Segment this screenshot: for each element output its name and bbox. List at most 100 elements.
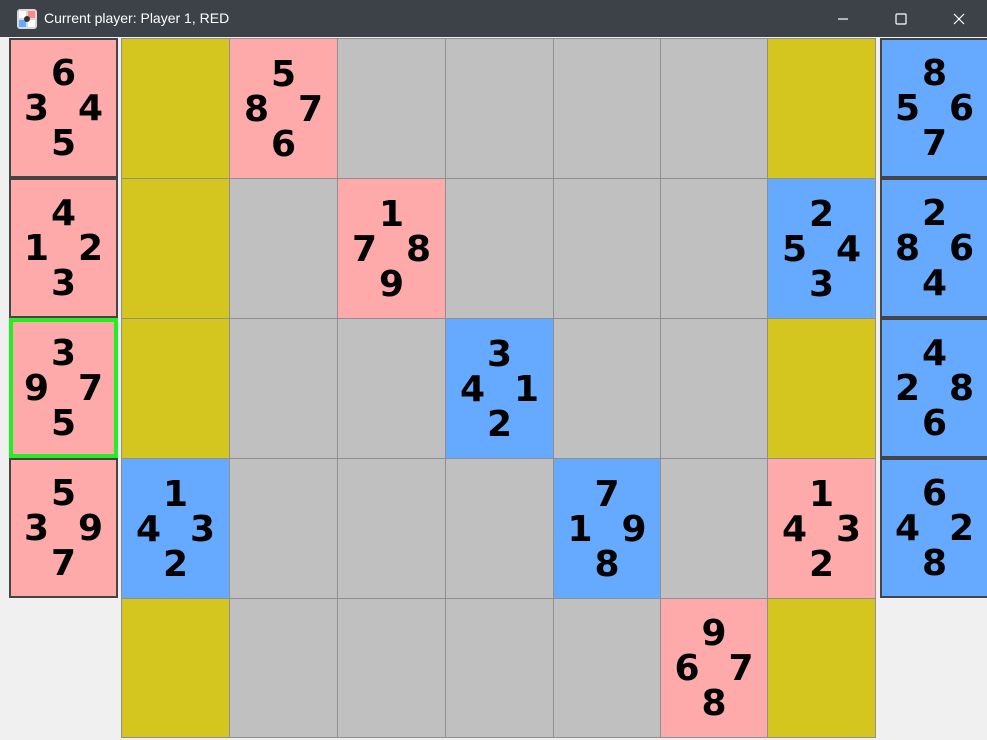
right-value: 6 — [948, 228, 975, 269]
board-cell-corner[interactable] — [121, 318, 230, 459]
top-value: 6 — [921, 473, 948, 514]
board-cell-empty[interactable] — [229, 598, 338, 738]
bottom-value: 7 — [921, 123, 948, 164]
board-card-blue[interactable]: 2543 — [767, 178, 876, 319]
board-cell-corner[interactable] — [767, 38, 876, 179]
right-value: 6 — [948, 88, 975, 129]
left-value: 4 — [459, 368, 486, 410]
board-cell-corner[interactable] — [767, 318, 876, 459]
top-value: 1 — [378, 193, 405, 235]
board-cell-empty[interactable] — [553, 598, 661, 738]
board-cell-empty[interactable] — [337, 458, 446, 599]
game-area: 6345412339755397856728644286642858761789… — [0, 37, 987, 740]
blue-hand-card[interactable]: 6428 — [880, 458, 987, 598]
left-value: 2 — [894, 368, 921, 409]
bottom-value: 3 — [808, 263, 835, 305]
board-cell-empty[interactable] — [337, 38, 446, 179]
bottom-value: 4 — [921, 263, 948, 304]
bottom-value: 2 — [808, 543, 835, 585]
top-value: 1 — [808, 473, 835, 515]
left-value: 8 — [243, 88, 270, 130]
left-value: 1 — [23, 228, 50, 269]
board-cell-empty[interactable] — [660, 38, 768, 179]
minimize-icon — [838, 17, 848, 20]
red-hand-card[interactable]: 5397 — [9, 458, 118, 598]
right-value: 8 — [405, 228, 432, 270]
top-value: 6 — [50, 53, 77, 94]
board-cell-empty[interactable] — [337, 318, 446, 459]
left-value: 5 — [781, 228, 808, 270]
bottom-value: 2 — [162, 543, 189, 585]
blue-hand-card[interactable]: 4286 — [880, 318, 987, 458]
bottom-value: 6 — [270, 123, 297, 165]
board-card-red[interactable]: 9678 — [660, 598, 768, 738]
board-cell-corner[interactable] — [767, 598, 876, 738]
bottom-value: 6 — [921, 403, 948, 444]
red-hand-card-selected[interactable]: 3975 — [9, 318, 118, 458]
close-icon — [953, 13, 965, 24]
top-value: 5 — [270, 53, 297, 95]
title-bar[interactable]: Current player: Player 1, RED — [0, 0, 987, 37]
right-value: 3 — [835, 508, 862, 550]
right-value: 4 — [835, 228, 862, 270]
top-value: 3 — [486, 333, 513, 375]
minimize-button[interactable] — [814, 0, 872, 37]
board-cell-empty[interactable] — [445, 458, 554, 599]
board-cell-empty[interactable] — [660, 178, 768, 319]
right-value: 9 — [77, 508, 104, 549]
board-cell-empty[interactable] — [553, 38, 661, 179]
bottom-value: 7 — [50, 543, 77, 584]
board-card-red[interactable]: 1432 — [767, 458, 876, 599]
left-value: 4 — [135, 508, 162, 550]
board-cell-empty[interactable] — [229, 178, 338, 319]
right-value: 2 — [77, 228, 104, 269]
board-cell-empty[interactable] — [660, 318, 768, 459]
board-cell-corner[interactable] — [121, 598, 230, 738]
board-card-blue[interactable]: 1432 — [121, 458, 230, 599]
left-value: 3 — [23, 88, 50, 129]
board-cell-empty[interactable] — [445, 598, 554, 738]
board-card-blue[interactable]: 3412 — [445, 318, 554, 459]
board-cell-corner[interactable] — [121, 178, 230, 319]
board-card-blue[interactable]: 7198 — [553, 458, 661, 599]
board-cell-empty[interactable] — [337, 598, 446, 738]
board-cell-empty[interactable] — [553, 178, 661, 319]
window-title: Current player: Player 1, RED — [44, 10, 230, 26]
left-value: 8 — [894, 228, 921, 269]
board-card-red[interactable]: 1789 — [337, 178, 446, 319]
top-value: 5 — [50, 473, 77, 514]
top-value: 2 — [921, 193, 948, 234]
bottom-value: 3 — [50, 263, 77, 304]
close-button[interactable] — [930, 0, 987, 37]
board-cell-empty[interactable] — [229, 458, 338, 599]
board-cell-empty[interactable] — [445, 178, 554, 319]
board-cell-empty[interactable] — [660, 458, 768, 599]
red-hand-card[interactable]: 6345 — [9, 38, 118, 178]
left-value: 3 — [23, 508, 50, 549]
right-value: 7 — [77, 368, 104, 409]
top-value: 4 — [921, 333, 948, 374]
bottom-value: 8 — [594, 543, 620, 585]
board-cell-corner[interactable] — [121, 38, 230, 179]
puzzle-app-icon — [17, 9, 37, 29]
board-cell-empty[interactable] — [229, 318, 338, 459]
top-value: 3 — [50, 333, 77, 374]
bottom-value: 8 — [921, 543, 948, 584]
right-value: 9 — [621, 508, 647, 550]
right-value: 4 — [77, 88, 104, 129]
left-value: 4 — [894, 508, 921, 549]
board-cell-empty[interactable] — [553, 318, 661, 459]
red-hand-card[interactable]: 4123 — [9, 178, 118, 318]
right-value: 7 — [297, 88, 324, 130]
top-value: 2 — [808, 193, 835, 235]
right-value: 3 — [189, 508, 216, 550]
blue-hand-card[interactable]: 2864 — [880, 178, 987, 318]
blue-hand-card[interactable]: 8567 — [880, 38, 987, 178]
maximize-button[interactable] — [872, 0, 930, 37]
right-value: 7 — [728, 648, 754, 689]
bottom-value: 9 — [378, 263, 405, 305]
left-value: 9 — [23, 368, 50, 409]
board-card-red[interactable]: 5876 — [229, 38, 338, 179]
board-cell-empty[interactable] — [445, 38, 554, 179]
left-value: 4 — [781, 508, 808, 550]
